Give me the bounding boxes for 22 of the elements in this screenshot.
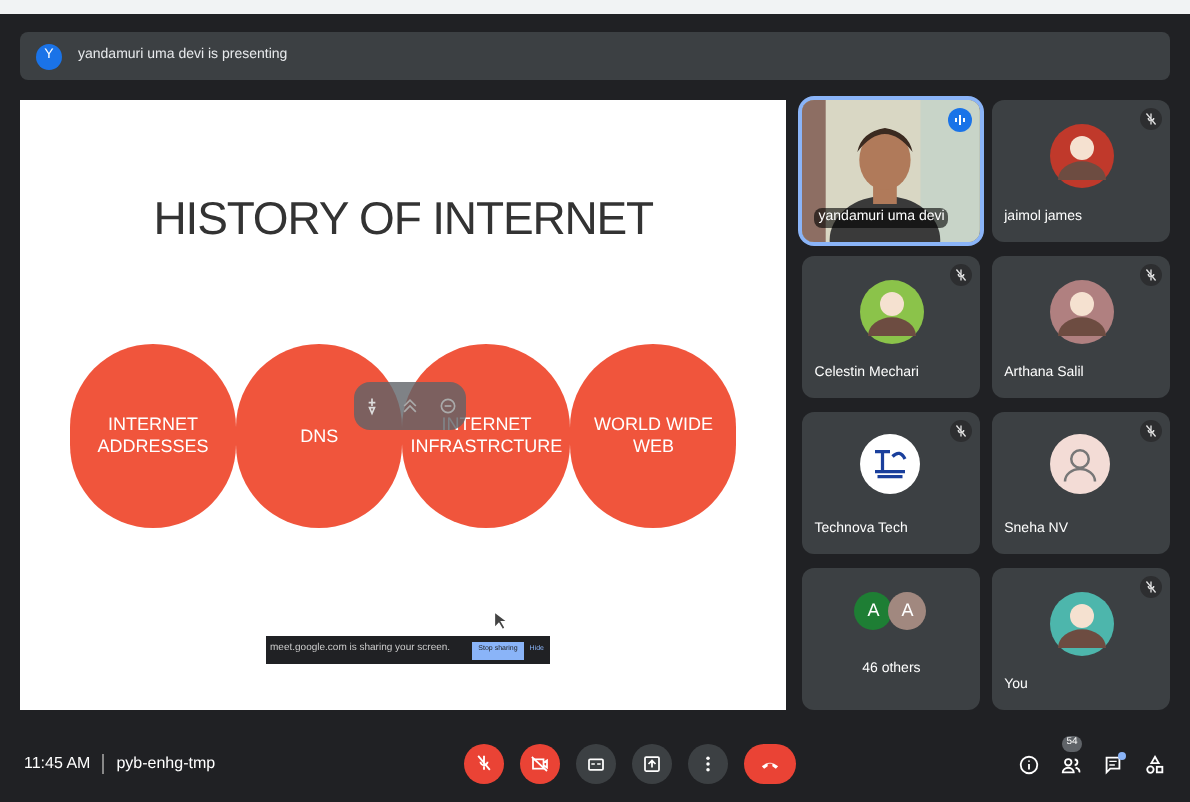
activities-icon[interactable]	[1144, 753, 1166, 775]
slide-title: HISTORY OF INTERNET	[151, 190, 656, 248]
circle-label: DNS	[236, 344, 403, 528]
present-icon	[638, 750, 666, 778]
people-icon[interactable]	[1060, 753, 1082, 775]
info-icon[interactable]	[1018, 753, 1040, 775]
leave-call-button[interactable]	[744, 744, 796, 784]
camera-off-icon	[526, 750, 554, 778]
cursor-icon	[492, 612, 506, 630]
initial-avatar: A	[854, 592, 893, 630]
chat-icon[interactable]	[1102, 753, 1124, 775]
initial-avatar: A	[888, 592, 927, 630]
meeting-code: pyb-enhg-tmp	[116, 752, 216, 776]
more-options-button[interactable]	[688, 744, 728, 784]
camera-button[interactable]	[520, 744, 560, 784]
meeting-time: 11:45 AM	[24, 752, 91, 776]
captions-button[interactable]	[576, 744, 616, 784]
circle-label: WORLD WIDE WEB	[570, 344, 737, 528]
circle-label: INTERNET ADDRESSES	[70, 344, 237, 528]
logo-icon	[860, 434, 921, 494]
present-button[interactable]	[632, 744, 672, 784]
microphone-button[interactable]	[464, 744, 504, 784]
